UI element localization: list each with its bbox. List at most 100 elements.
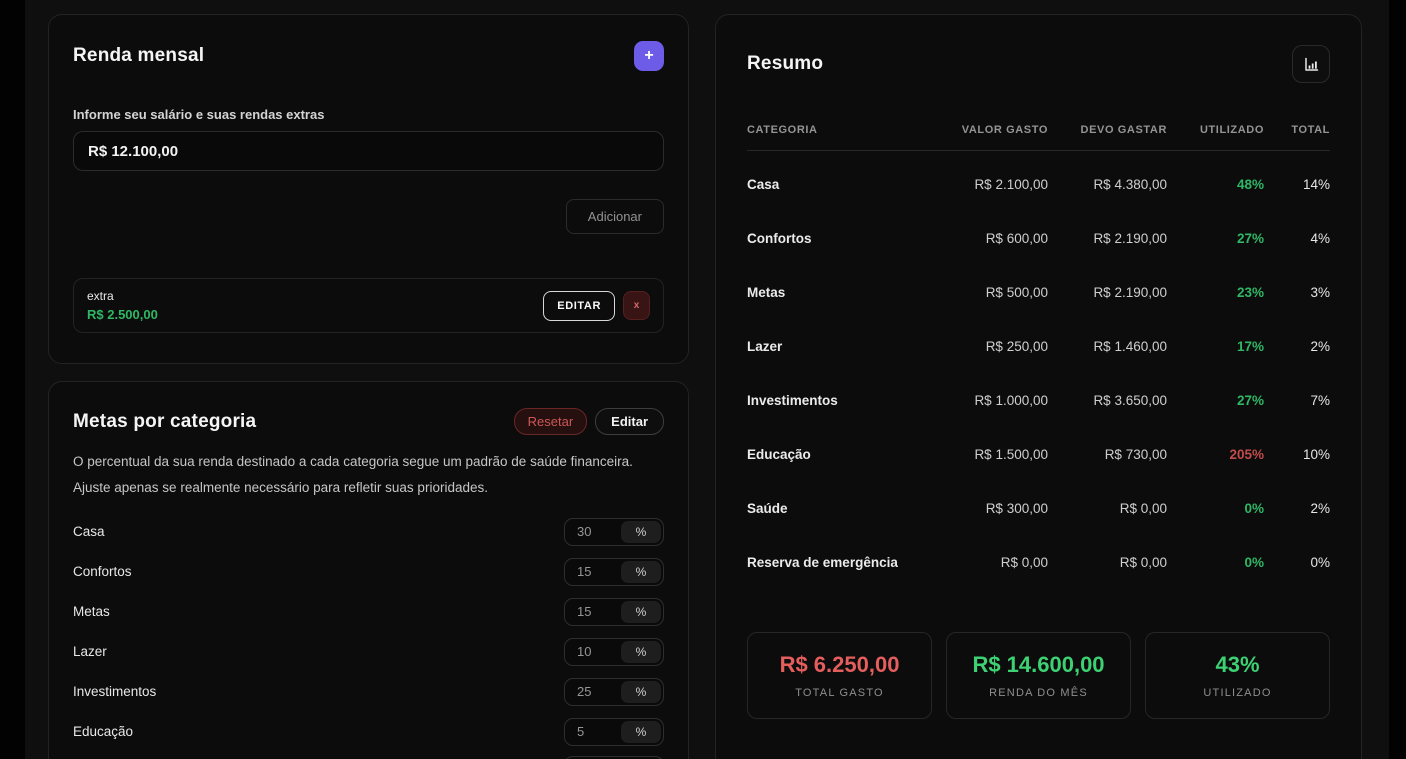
cell-total: 2%: [1264, 339, 1330, 354]
extra-delete-button[interactable]: x: [623, 291, 650, 320]
goal-percent-input[interactable]: [565, 679, 619, 705]
metas-description-line1: O percentual da sua renda destinado a ca…: [73, 449, 664, 475]
summary-renda-do-mes: R$ 14.600,00 RENDA DO MÊS: [946, 632, 1131, 719]
cell-categoria: Reserva de emergência: [747, 555, 898, 570]
goal-percent-input[interactable]: [565, 639, 619, 665]
resumo-table: CATEGORIA VALOR GASTO DEVO GASTAR UTILIZ…: [747, 123, 1330, 589]
col-utilizado: UTILIZADO: [1167, 123, 1264, 137]
adicionar-row: Adicionar: [73, 199, 664, 234]
summary-value: 43%: [1154, 652, 1321, 678]
goals-list: Casa % Confortos % Metas % Lazer %: [73, 512, 664, 759]
goal-input-group: %: [564, 638, 664, 666]
goal-row-casa: Casa %: [73, 512, 664, 552]
cell-utilizado: 27%: [1167, 393, 1264, 408]
summary-value: R$ 14.600,00: [955, 652, 1122, 678]
goal-percent-input[interactable]: [565, 519, 619, 545]
table-row: Metas R$ 500,00 R$ 2.190,00 23% 3%: [747, 265, 1330, 319]
cell-total: 3%: [1264, 285, 1330, 300]
goal-row-metas: Metas %: [73, 592, 664, 632]
cell-valor-gasto: R$ 2.100,00: [898, 177, 1048, 192]
goal-input-group: %: [564, 598, 664, 626]
goal-label: Educação: [73, 724, 133, 739]
cell-valor-gasto: R$ 1.500,00: [898, 447, 1048, 462]
cell-utilizado: 0%: [1167, 555, 1264, 570]
goal-input-group: %: [564, 718, 664, 746]
cell-valor-gasto: R$ 300,00: [898, 501, 1048, 516]
cell-categoria: Metas: [747, 285, 898, 300]
cell-total: 10%: [1264, 447, 1330, 462]
window-edge-right: [1389, 0, 1406, 759]
goal-label: Investimentos: [73, 684, 156, 699]
table-row: Confortos R$ 600,00 R$ 2.190,00 27% 4%: [747, 211, 1330, 265]
cell-categoria: Saúde: [747, 501, 898, 516]
col-devo-gastar: DEVO GASTAR: [1048, 123, 1167, 137]
extra-income-amount: R$ 2.500,00: [87, 307, 158, 322]
cell-devo-gastar: R$ 2.190,00: [1048, 231, 1167, 246]
table-body: Casa R$ 2.100,00 R$ 4.380,00 48% 14% Con…: [747, 157, 1330, 589]
chart-view-button[interactable]: [1292, 45, 1330, 83]
adicionar-button[interactable]: Adicionar: [566, 199, 664, 234]
table-row: Saúde R$ 300,00 R$ 0,00 0% 2%: [747, 481, 1330, 535]
cell-utilizado: 27%: [1167, 231, 1264, 246]
goal-percent-input[interactable]: [565, 719, 619, 745]
goal-label: Metas: [73, 604, 110, 619]
resumo-header: Resumo: [747, 45, 1330, 83]
income-input[interactable]: [73, 131, 664, 171]
add-income-button[interactable]: +: [634, 41, 664, 71]
table-row: Reserva de emergência R$ 0,00 R$ 0,00 0%…: [747, 535, 1330, 589]
summary-boxes: R$ 6.250,00 TOTAL GASTO R$ 14.600,00 REN…: [747, 632, 1330, 719]
goal-input-group: %: [564, 558, 664, 586]
extra-edit-button[interactable]: EDITAR: [543, 291, 615, 321]
cell-utilizado: 17%: [1167, 339, 1264, 354]
cell-utilizado: 23%: [1167, 285, 1264, 300]
goal-row-educacao: Educação %: [73, 712, 664, 752]
resumo-title: Resumo: [747, 53, 823, 75]
cell-categoria: Educação: [747, 447, 898, 462]
cell-devo-gastar: R$ 3.650,00: [1048, 393, 1167, 408]
cell-valor-gasto: R$ 1.000,00: [898, 393, 1048, 408]
cell-valor-gasto: R$ 600,00: [898, 231, 1048, 246]
cell-devo-gastar: R$ 1.460,00: [1048, 339, 1167, 354]
cell-categoria: Confortos: [747, 231, 898, 246]
bar-chart-icon: [1303, 56, 1320, 73]
goal-label: Confortos: [73, 564, 132, 579]
window-edge-left: [0, 0, 25, 759]
cell-categoria: Casa: [747, 177, 898, 192]
goal-row-confortos: Confortos %: [73, 552, 664, 592]
percent-suffix: %: [621, 561, 661, 583]
editar-button[interactable]: Editar: [595, 408, 664, 435]
percent-suffix: %: [621, 521, 661, 543]
cell-utilizado: 0%: [1167, 501, 1264, 516]
summary-value: R$ 6.250,00: [756, 652, 923, 678]
percent-suffix: %: [621, 721, 661, 743]
table-header: CATEGORIA VALOR GASTO DEVO GASTAR UTILIZ…: [747, 123, 1330, 151]
extra-income-item: extra R$ 2.500,00 EDITAR x: [73, 278, 664, 333]
goal-percent-input[interactable]: [565, 559, 619, 585]
renda-mensal-header: Renda mensal +: [73, 41, 664, 71]
table-row: Educação R$ 1.500,00 R$ 730,00 205% 10%: [747, 427, 1330, 481]
close-icon: x: [634, 300, 640, 311]
metas-description: O percentual da sua renda destinado a ca…: [73, 449, 664, 502]
metas-card: Metas por categoria Resetar Editar O per…: [48, 381, 689, 759]
renda-mensal-card: Renda mensal + Informe seu salário e sua…: [48, 14, 689, 364]
metas-description-line2: Ajuste apenas se realmente necessário pa…: [73, 475, 664, 501]
extra-income-name: extra: [87, 289, 158, 303]
goal-input-group: %: [564, 518, 664, 546]
renda-mensal-title: Renda mensal: [73, 45, 204, 67]
summary-utilizado: 43% UTILIZADO: [1145, 632, 1330, 719]
cell-devo-gastar: R$ 0,00: [1048, 555, 1167, 570]
goal-percent-input[interactable]: [565, 599, 619, 625]
cell-total: 7%: [1264, 393, 1330, 408]
metas-header: Metas por categoria Resetar Editar: [73, 408, 664, 435]
col-categoria: CATEGORIA: [747, 123, 898, 137]
cell-total: 0%: [1264, 555, 1330, 570]
cell-devo-gastar: R$ 4.380,00: [1048, 177, 1167, 192]
col-valor-gasto: VALOR GASTO: [898, 123, 1048, 137]
cell-categoria: Lazer: [747, 339, 898, 354]
summary-label: TOTAL GASTO: [756, 687, 923, 699]
goal-row-lazer: Lazer %: [73, 632, 664, 672]
cell-valor-gasto: R$ 0,00: [898, 555, 1048, 570]
cell-total: 4%: [1264, 231, 1330, 246]
cell-devo-gastar: R$ 2.190,00: [1048, 285, 1167, 300]
resetar-button[interactable]: Resetar: [514, 408, 588, 435]
